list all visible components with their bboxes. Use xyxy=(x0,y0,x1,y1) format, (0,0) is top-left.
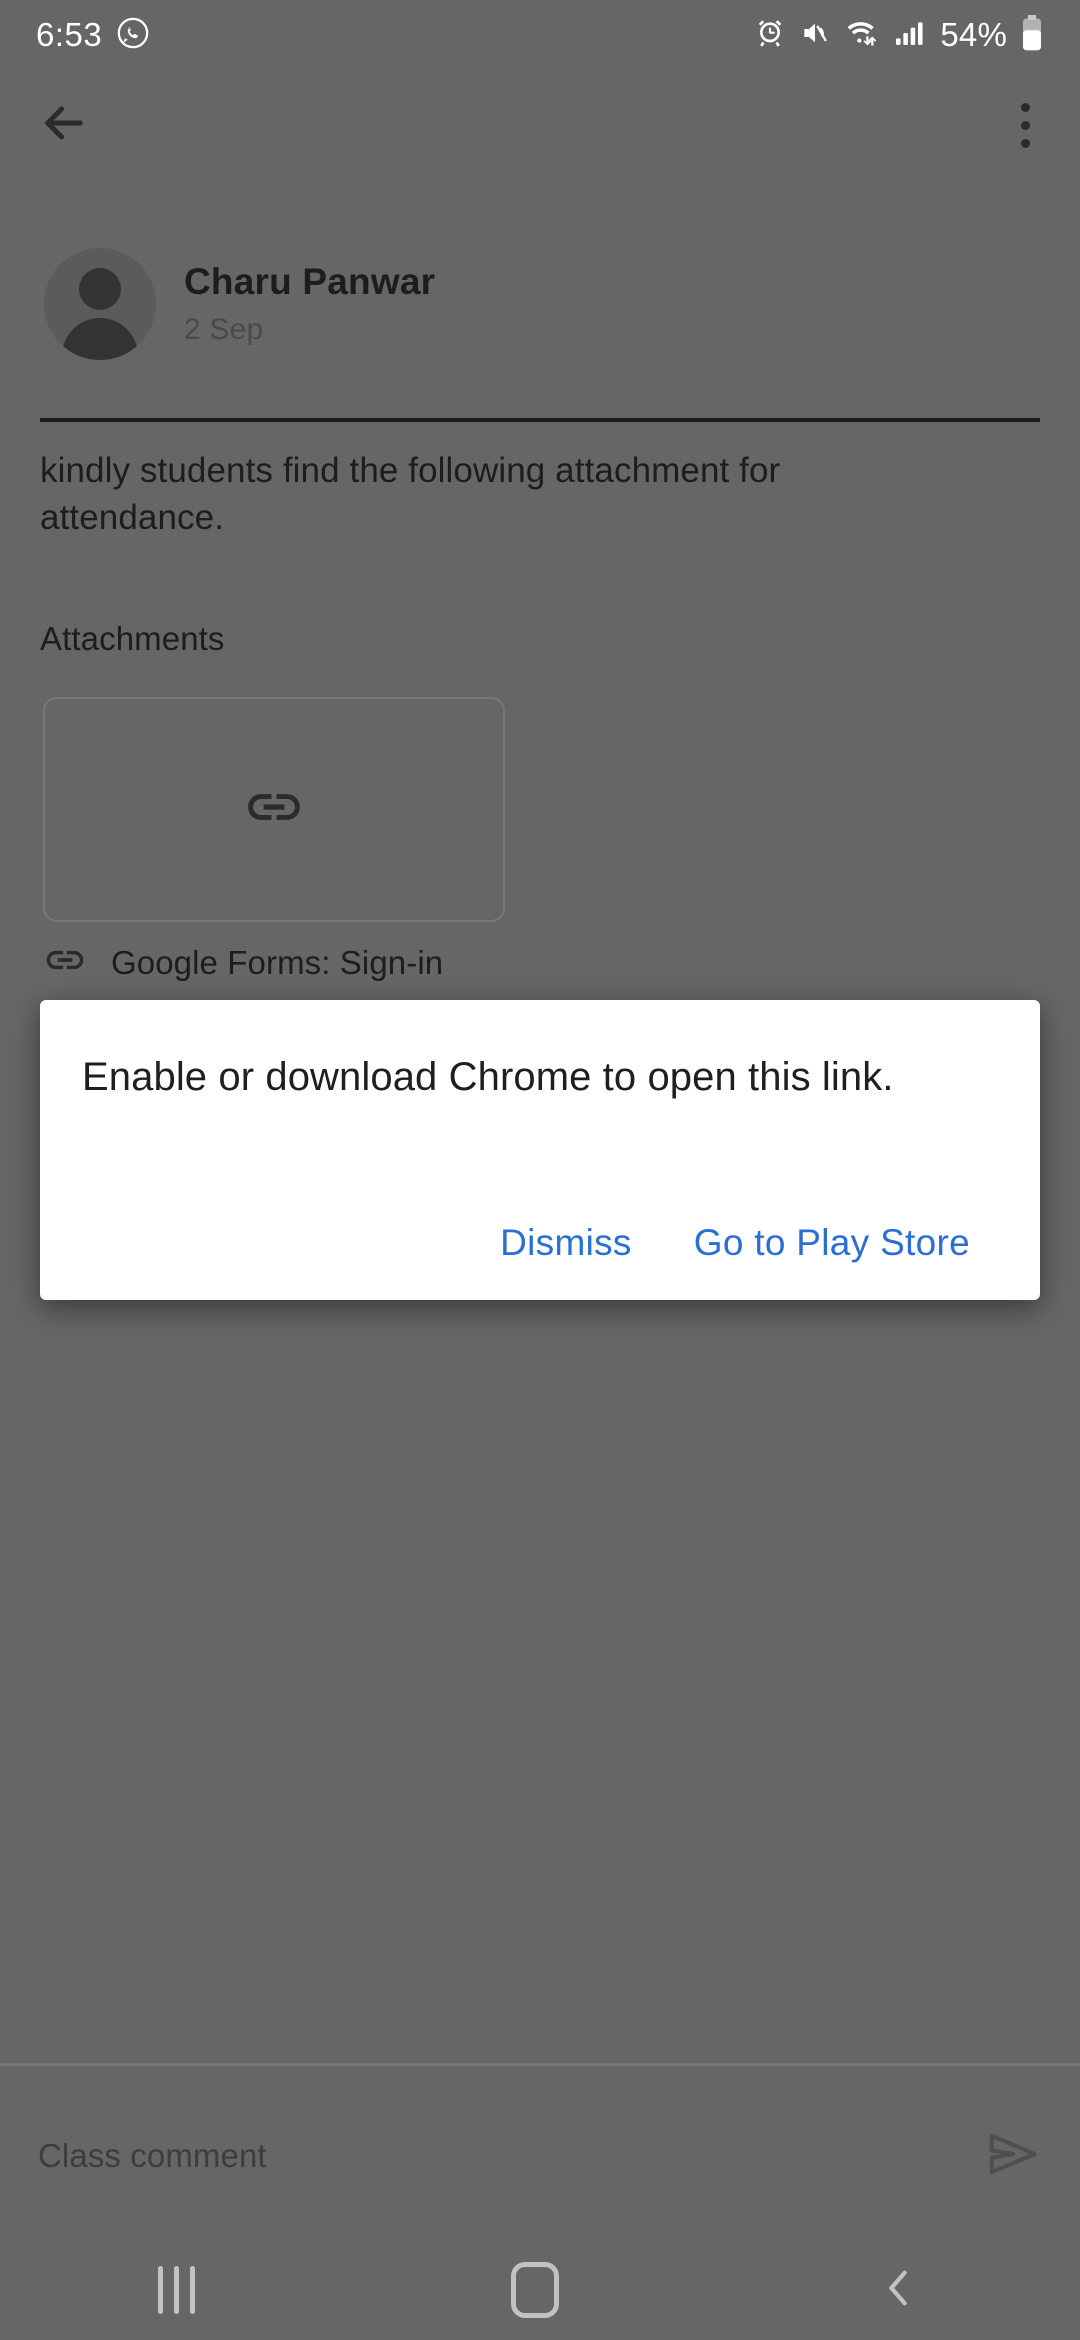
status-clock: 6:53 xyxy=(36,16,103,53)
go-to-play-store-button[interactable]: Go to Play Store xyxy=(680,1212,984,1274)
home-icon[interactable] xyxy=(511,2262,560,2318)
attachment-title-row[interactable]: Google Forms: Sign-in xyxy=(43,938,443,987)
status-bar: 6:53 54% xyxy=(0,0,1080,70)
more-vert-icon[interactable] xyxy=(1007,89,1044,162)
post-author-row: Charu Panwar 2 Sep xyxy=(44,248,435,360)
link-icon xyxy=(243,776,305,843)
send-icon[interactable] xyxy=(984,2125,1042,2188)
dialog-message: Enable or download Chrome to open this l… xyxy=(82,1055,894,1099)
link-icon xyxy=(43,938,87,987)
whatsapp-icon xyxy=(116,16,150,55)
post-author-text: Charu Panwar 2 Sep xyxy=(184,261,435,347)
post-date: 2 Sep xyxy=(184,313,264,346)
phone-screen: 6:53 54% Charu Panwar 2 Sep kindly stude… xyxy=(0,0,1080,2340)
system-navigation-bar xyxy=(0,2240,1080,2340)
class-comment-bar[interactable]: Class comment xyxy=(0,2066,1080,2246)
status-bar-left: 6:53 xyxy=(36,16,150,55)
header-divider xyxy=(40,418,1040,422)
status-bar-right: 54% xyxy=(754,14,1044,56)
alarm-icon xyxy=(754,17,786,54)
mute-icon xyxy=(799,17,831,54)
post-body-text: kindly students find the following attac… xyxy=(40,451,781,537)
dialog-actions: Dismiss Go to Play Store xyxy=(82,1212,998,1274)
battery-percent-label: 54% xyxy=(940,16,1007,53)
back-icon[interactable] xyxy=(876,2265,922,2316)
class-comment-input[interactable]: Class comment xyxy=(38,2137,267,2175)
post-author-name: Charu Panwar xyxy=(184,261,436,302)
wifi-icon xyxy=(844,17,880,54)
app-toolbar xyxy=(0,70,1080,180)
attachment-preview-card[interactable] xyxy=(43,697,505,922)
dismiss-button[interactable]: Dismiss xyxy=(486,1212,646,1274)
attachments-heading: Attachments xyxy=(40,620,225,657)
chrome-required-dialog: Enable or download Chrome to open this l… xyxy=(40,1000,1040,1300)
signal-icon xyxy=(893,17,927,54)
avatar xyxy=(44,248,156,360)
battery-icon xyxy=(1020,14,1044,56)
recents-icon[interactable] xyxy=(158,2266,196,2314)
attachment-title: Google Forms: Sign-in xyxy=(111,943,444,981)
back-arrow-icon[interactable] xyxy=(36,95,92,156)
